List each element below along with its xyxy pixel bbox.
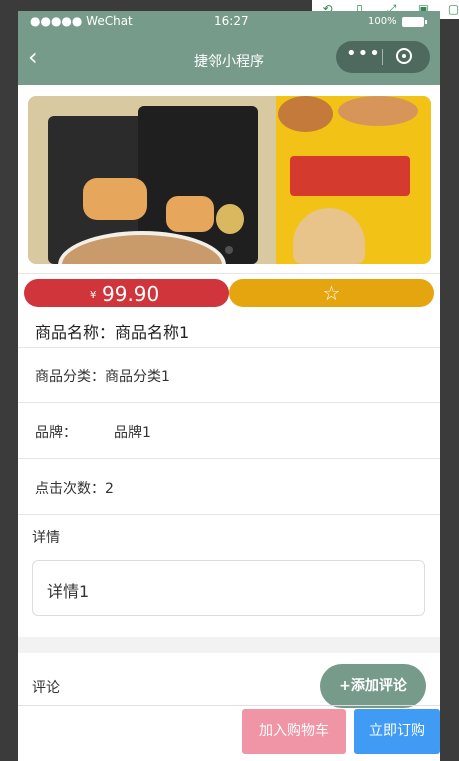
divider bbox=[18, 514, 440, 515]
product-name-value: 商品名称1 bbox=[115, 323, 190, 342]
divider bbox=[18, 347, 440, 348]
clicks-value: 2 bbox=[105, 481, 114, 497]
clicks-label: 点击次数： bbox=[35, 481, 105, 497]
product-name-label: 商品名称： bbox=[35, 323, 116, 342]
capsule-divider bbox=[382, 49, 383, 65]
target-circle-icon[interactable] bbox=[396, 48, 412, 64]
package-label bbox=[290, 156, 410, 196]
battery-tip bbox=[425, 20, 427, 24]
carrier-text: ●●●●● WeChat bbox=[30, 14, 133, 28]
favorite-button[interactable]: ☆ bbox=[229, 279, 434, 307]
detail-value: 详情1 bbox=[47, 582, 90, 601]
open-icon[interactable]: ▢ bbox=[444, 0, 459, 18]
status-bar: ●●●●● WeChat 16:27 100% bbox=[18, 11, 440, 33]
brand-row: 品牌： bbox=[35, 422, 77, 442]
carousel-indicator[interactable] bbox=[225, 246, 233, 254]
detail-box: 详情1 bbox=[32, 560, 425, 616]
comments-label: 评论 bbox=[32, 680, 60, 696]
divider bbox=[18, 402, 440, 403]
navigation-bar: ‹ 捷邻小程序 ••• bbox=[18, 33, 440, 85]
price-value: 99.90 bbox=[102, 282, 160, 306]
mascot-graphic bbox=[216, 204, 244, 234]
bottom-divider bbox=[18, 705, 440, 706]
cookie-graphic-2 bbox=[338, 96, 418, 126]
menu-capsule: ••• bbox=[336, 41, 430, 73]
brand-value: 品牌1 bbox=[114, 425, 151, 441]
currency-symbol: ¥ bbox=[90, 290, 97, 301]
add-to-cart-button[interactable]: 加入购物车 bbox=[242, 709, 346, 754]
category-row: 商品分类：商品分类1 bbox=[35, 366, 170, 386]
clock-text: 16:27 bbox=[214, 14, 249, 28]
category-label: 商品分类： bbox=[35, 369, 105, 385]
product-banner[interactable] bbox=[28, 96, 431, 264]
cookie-graphic bbox=[278, 96, 333, 132]
product-name-row: 商品名称：商品名称1 bbox=[35, 319, 189, 343]
divider bbox=[18, 273, 440, 274]
detail-label: 详情 bbox=[32, 530, 60, 546]
bear-biscuit-graphic bbox=[83, 178, 147, 220]
buy-now-button[interactable]: 立即订购 bbox=[354, 709, 440, 754]
bear-biscuit-graphic-2 bbox=[166, 196, 214, 232]
phone-screen: ●●●●● WeChat 16:27 100% ‹ 捷邻小程序 ••• ¥ 99… bbox=[18, 11, 440, 761]
section-spacer bbox=[18, 637, 440, 653]
battery-text: 100% bbox=[368, 16, 397, 27]
brand-label: 品牌： bbox=[35, 425, 77, 441]
price-bar: ¥ 99.90 bbox=[24, 279, 229, 307]
more-dots-icon[interactable]: ••• bbox=[346, 43, 381, 64]
star-outline-icon: ☆ bbox=[322, 281, 341, 305]
add-comment-button[interactable]: +添加评论 bbox=[320, 664, 426, 708]
category-value: 商品分类1 bbox=[105, 369, 170, 385]
clicks-row: 点击次数：2 bbox=[35, 478, 114, 498]
battery-icon bbox=[402, 17, 424, 27]
divider bbox=[18, 458, 440, 459]
